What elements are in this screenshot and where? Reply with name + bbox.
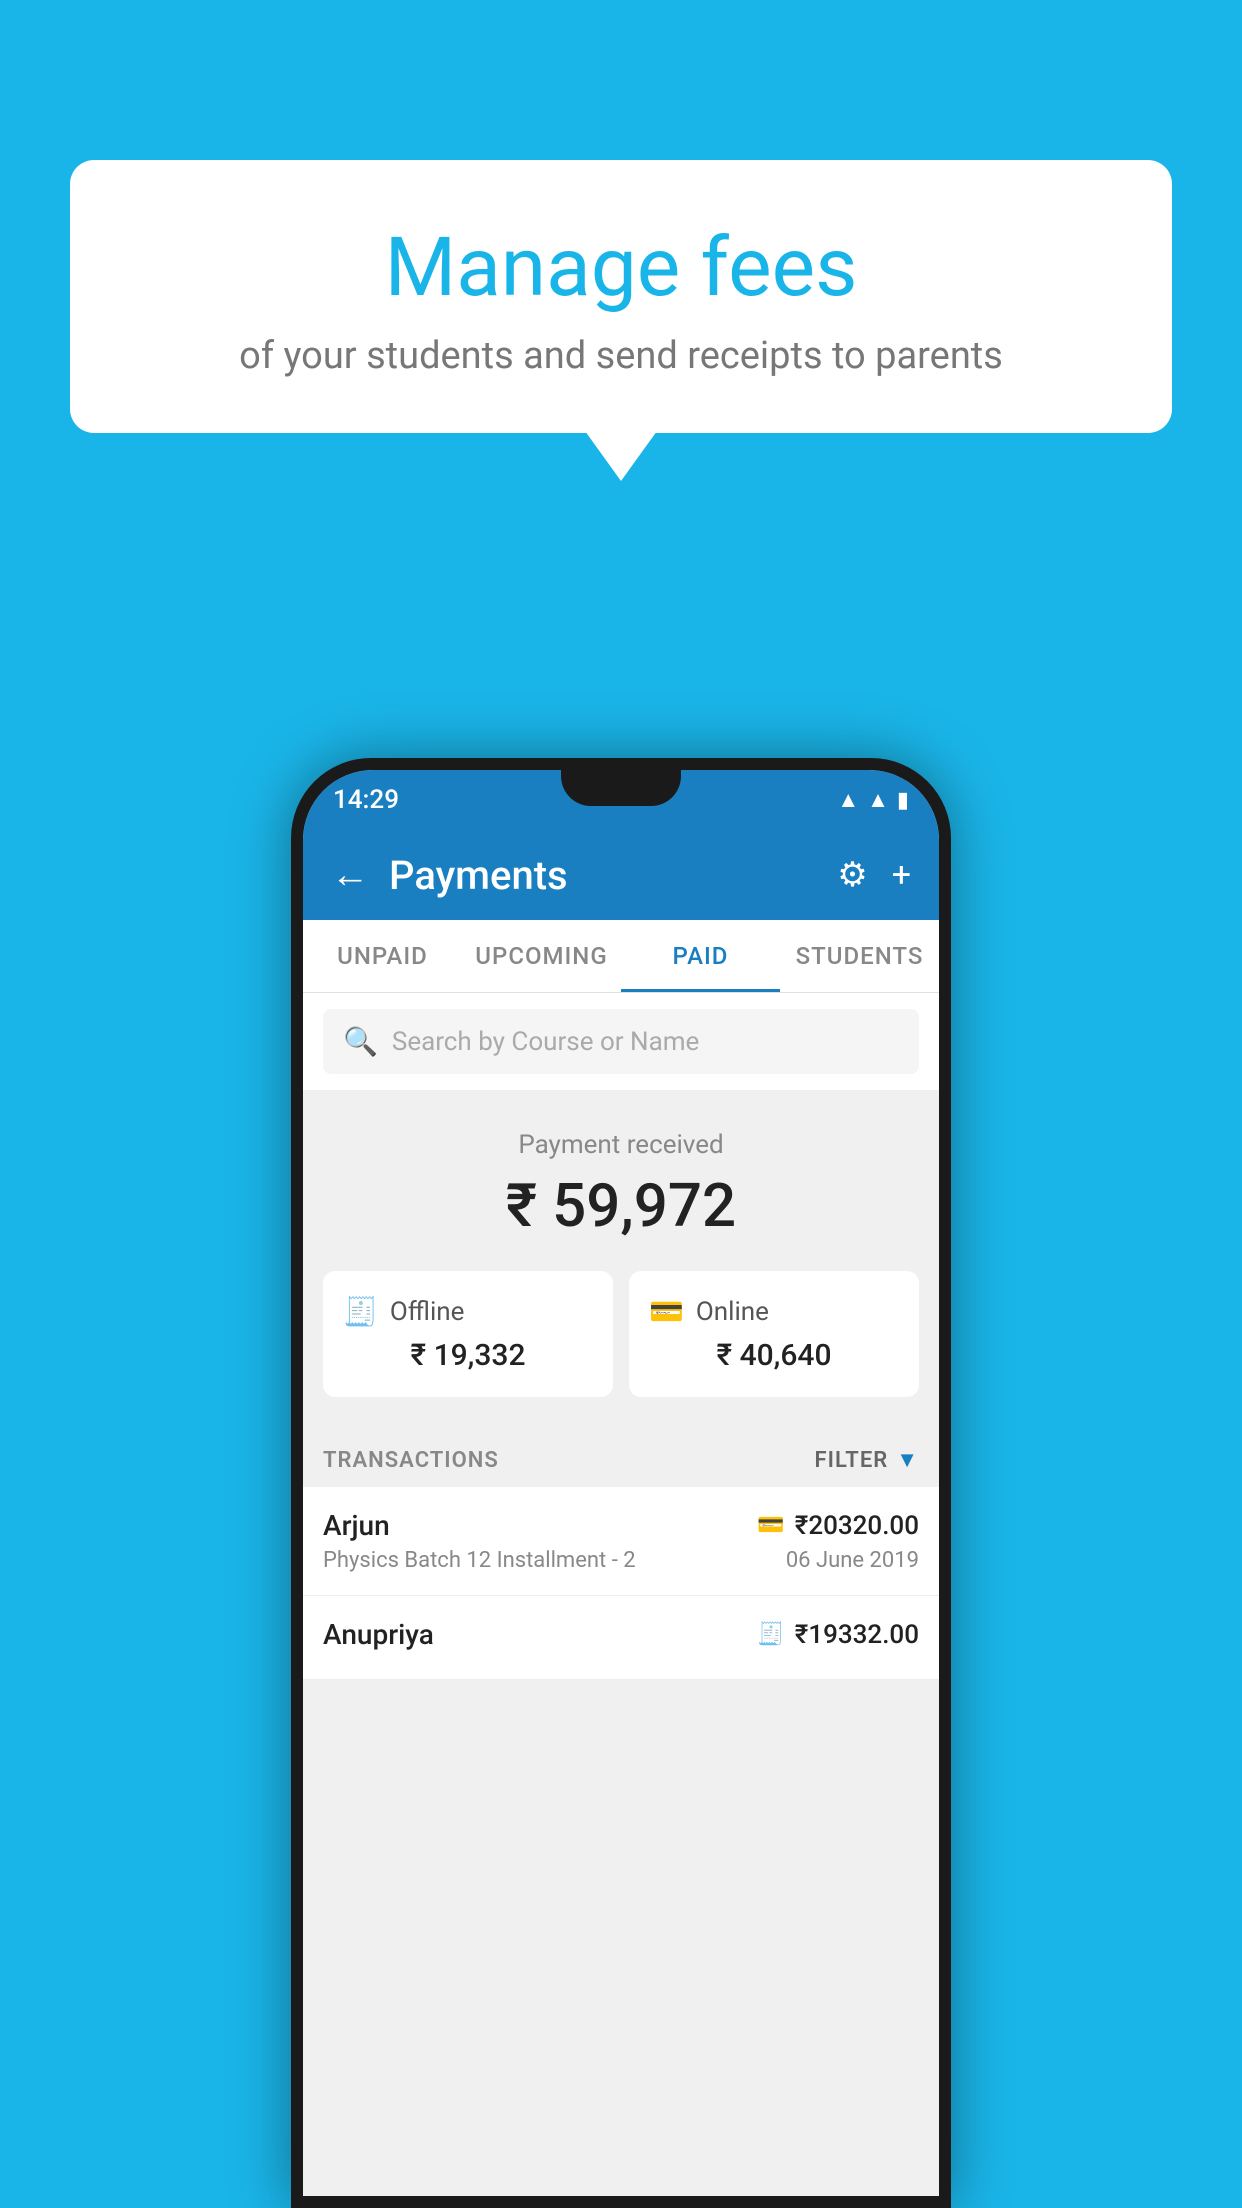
settings-button[interactable]: ⚙	[837, 855, 867, 895]
offline-label: Offline	[390, 1297, 465, 1327]
bubble-subtitle: of your students and send receipts to pa…	[150, 334, 1092, 378]
phone-screen: 14:29 ▲ ▲ ▮ ← Payments ⚙ + UNPAID UPCOMI…	[303, 770, 939, 2196]
transaction-row-arjun[interactable]: Arjun 💳 ₹20320.00 Physics Batch 12 Insta…	[303, 1487, 939, 1596]
transaction-name: Arjun	[323, 1509, 390, 1542]
filter-icon: ▼	[896, 1447, 919, 1473]
add-button[interactable]: +	[892, 855, 911, 895]
search-container: 🔍 Search by Course or Name	[303, 993, 939, 1090]
online-icon: 💳	[649, 1295, 684, 1328]
tabs-bar: UNPAID UPCOMING PAID STUDENTS	[303, 920, 939, 993]
payment-summary: Payment received ₹ 59,972 🧾 Offline ₹ 19…	[303, 1090, 939, 1427]
battery-icon: ▮	[897, 788, 909, 813]
transaction-name: Anupriya	[323, 1618, 434, 1651]
notch	[561, 770, 681, 806]
offline-amount: ₹ 19,332	[343, 1338, 593, 1373]
online-amount: ₹ 40,640	[649, 1338, 899, 1373]
transaction-amount: ₹19332.00	[795, 1620, 919, 1650]
search-icon: 🔍	[343, 1025, 378, 1058]
transaction-row-anupriya[interactable]: Anupriya 🧾 ₹19332.00	[303, 1596, 939, 1680]
status-time: 14:29	[333, 785, 399, 815]
tab-paid[interactable]: PAID	[621, 920, 780, 992]
speech-bubble: Manage fees of your students and send re…	[70, 160, 1172, 433]
search-input[interactable]: Search by Course or Name	[392, 1027, 699, 1057]
back-button[interactable]: ←	[331, 853, 369, 897]
transaction-course: Physics Batch 12 Installment - 2	[323, 1548, 636, 1573]
transaction-amount: ₹20320.00	[795, 1511, 919, 1541]
payment-cards: 🧾 Offline ₹ 19,332 💳 Online ₹ 40,640	[323, 1271, 919, 1397]
filter-button[interactable]: FILTER ▼	[815, 1447, 919, 1473]
offline-payment-icon: 🧾	[757, 1622, 784, 1647]
transaction-date: 06 June 2019	[786, 1548, 919, 1573]
search-bar[interactable]: 🔍 Search by Course or Name	[323, 1009, 919, 1074]
payment-total: ₹ 59,972	[323, 1170, 919, 1241]
tab-upcoming[interactable]: UPCOMING	[462, 920, 621, 992]
page-title: Payments	[389, 852, 817, 899]
transactions-label: TRANSACTIONS	[323, 1448, 499, 1473]
online-payment-icon: 💳	[757, 1513, 784, 1538]
filter-label: FILTER	[815, 1448, 889, 1473]
offline-card: 🧾 Offline ₹ 19,332	[323, 1271, 613, 1397]
phone-frame: 14:29 ▲ ▲ ▮ ← Payments ⚙ + UNPAID UPCOMI…	[291, 758, 951, 2208]
online-label: Online	[696, 1297, 769, 1327]
speech-bubble-container: Manage fees of your students and send re…	[70, 160, 1172, 433]
transactions-header: TRANSACTIONS FILTER ▼	[303, 1427, 939, 1487]
tab-students[interactable]: STUDENTS	[780, 920, 939, 992]
payment-received-label: Payment received	[323, 1130, 919, 1160]
signal-icon: ▲	[867, 787, 889, 813]
header-icons: ⚙ +	[837, 855, 911, 895]
status-icons: ▲ ▲ ▮	[837, 787, 909, 813]
status-bar: 14:29 ▲ ▲ ▮	[303, 770, 939, 830]
wifi-icon: ▲	[837, 787, 859, 813]
online-card: 💳 Online ₹ 40,640	[629, 1271, 919, 1397]
app-header: ← Payments ⚙ +	[303, 830, 939, 920]
bubble-title: Manage fees	[150, 220, 1092, 316]
offline-icon: 🧾	[343, 1295, 378, 1328]
tab-unpaid[interactable]: UNPAID	[303, 920, 462, 992]
